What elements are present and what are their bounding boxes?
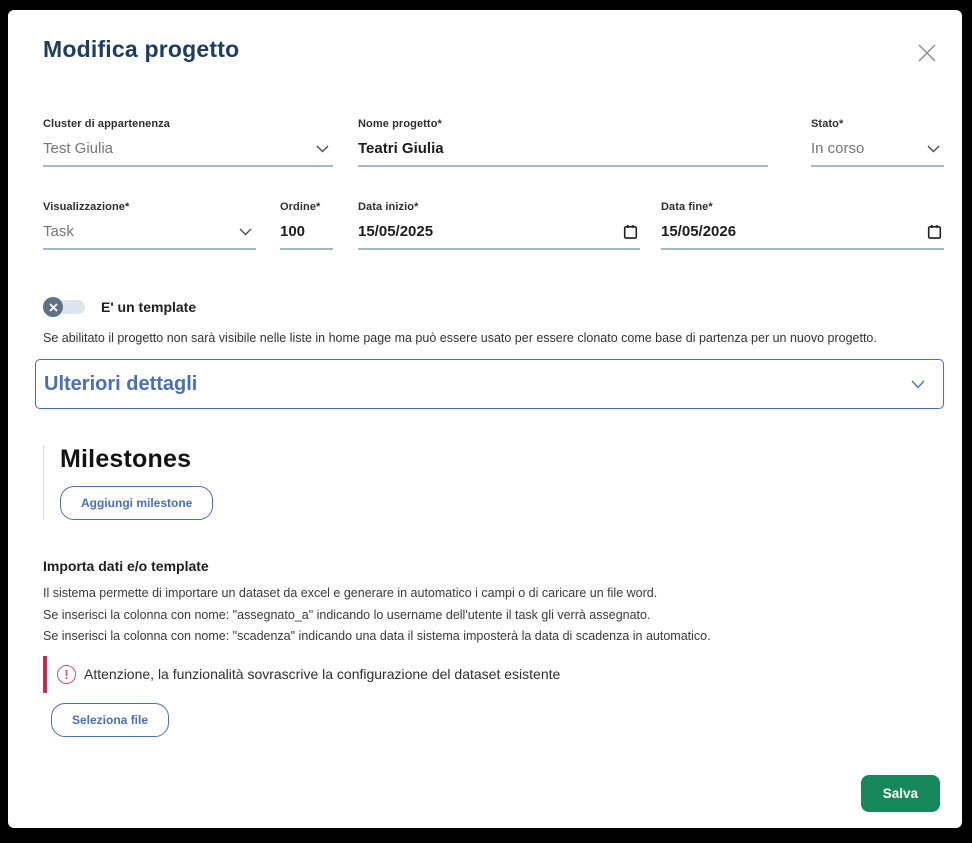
data-fine-value: 15/05/2026: [661, 223, 736, 240]
template-help-text: Se abilitato il progetto non sarà visibi…: [35, 331, 944, 345]
modal-footer: Salva: [861, 775, 940, 812]
import-line: Se inserisci la colonna con nome: "scade…: [43, 626, 944, 648]
template-toggle[interactable]: [43, 296, 87, 318]
chevron-down-icon: [239, 228, 252, 236]
import-section: Importa dati e/o template Il sistema per…: [35, 558, 944, 737]
data-inizio-value: 15/05/2025: [358, 223, 433, 240]
accordion-title: Ulteriori dettagli: [44, 373, 197, 396]
milestones-section: Milestones Aggiungi milestone: [43, 445, 944, 520]
warning-text: Attenzione, la funzionalità sovrascrive …: [84, 666, 560, 682]
template-toggle-row: E' un template: [35, 296, 944, 318]
cluster-value: Test Giulia: [43, 140, 113, 157]
data-fine-label: Data fine*: [661, 201, 944, 213]
import-line: Il sistema permette di importare un data…: [43, 583, 944, 605]
form-row-1: Cluster di appartenenza Test Giulia Nome…: [35, 118, 944, 167]
chevron-down-icon: [927, 145, 940, 153]
cluster-label: Cluster di appartenenza: [43, 118, 333, 130]
ordine-label: Ordine*: [280, 201, 333, 213]
calendar-icon[interactable]: [623, 224, 638, 240]
visualizzazione-label: Visualizzazione*: [43, 201, 256, 213]
import-description: Il sistema permette di importare un data…: [43, 583, 944, 648]
milestones-heading: Milestones: [60, 445, 944, 474]
visualizzazione-select[interactable]: Visualizzazione* Task: [43, 201, 256, 250]
import-line: Se inserisci la colonna con nome: "asseg…: [43, 605, 944, 627]
stato-select[interactable]: Stato* In corso: [811, 118, 944, 167]
toggle-x-icon: [43, 297, 63, 317]
visualizzazione-value: Task: [43, 223, 74, 240]
chevron-down-icon: [316, 145, 329, 153]
nome-progetto-value: Teatri Giulia: [358, 140, 444, 157]
ulteriori-dettagli-accordion[interactable]: Ulteriori dettagli: [35, 359, 944, 409]
stato-label: Stato*: [811, 118, 944, 130]
chevron-down-icon: [911, 380, 925, 389]
add-milestone-button[interactable]: Aggiungi milestone: [60, 486, 213, 520]
template-toggle-label: E' un template: [101, 299, 196, 315]
form-row-2: Visualizzazione* Task Ordine* 100 Data i…: [35, 201, 944, 250]
warning-banner: ! Attenzione, la funzionalità sovrascriv…: [43, 656, 944, 693]
close-icon[interactable]: [912, 38, 942, 68]
select-file-button[interactable]: Seleziona file: [51, 703, 169, 737]
save-button[interactable]: Salva: [861, 775, 940, 812]
modal-header: Modifica progetto: [35, 36, 944, 68]
ordine-field[interactable]: Ordine* 100: [280, 201, 333, 250]
data-fine-field[interactable]: Data fine* 15/05/2026: [661, 201, 944, 250]
import-heading: Importa dati e/o template: [43, 558, 944, 574]
data-inizio-field[interactable]: Data inizio* 15/05/2025: [358, 201, 640, 250]
nome-progetto-label: Nome progetto*: [358, 118, 768, 130]
modifica-progetto-modal: Modifica progetto Cluster di appartenenz…: [8, 10, 962, 828]
data-inizio-label: Data inizio*: [358, 201, 640, 213]
ordine-value: 100: [280, 223, 305, 240]
stato-value: In corso: [811, 140, 864, 157]
page-title: Modifica progetto: [43, 36, 239, 63]
cluster-select[interactable]: Cluster di appartenenza Test Giulia: [43, 118, 333, 167]
alert-circle-icon: !: [57, 665, 76, 684]
nome-progetto-field[interactable]: Nome progetto* Teatri Giulia: [358, 118, 768, 167]
calendar-icon[interactable]: [927, 224, 942, 240]
